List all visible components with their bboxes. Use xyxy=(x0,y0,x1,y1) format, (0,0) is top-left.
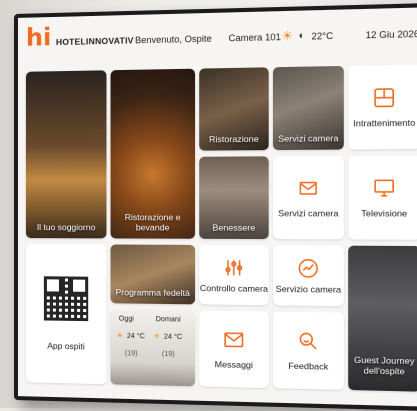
tv-icon xyxy=(372,176,396,199)
night-icon: ◐ xyxy=(299,30,305,42)
tile-tv[interactable]: Televisione xyxy=(348,155,417,239)
tile-guest-journey-label: Guest Journey dell'ospite xyxy=(348,354,417,376)
tile-restaurant-label: Ristorazione xyxy=(199,134,268,145)
date: 12 Giu 2026 xyxy=(366,29,417,41)
message-icon xyxy=(222,328,245,351)
tile-wellness-label: Benessere xyxy=(199,222,268,232)
tile-food-label: Ristorazione e bevande xyxy=(111,212,195,233)
tile-loyalty[interactable]: Programma fedeltà xyxy=(111,244,195,304)
welcome-text: Benvenuto, Ospite xyxy=(135,33,212,45)
weather-tomorrow-extra: (19) xyxy=(162,351,175,358)
tile-room-service-label: Servizio camera xyxy=(276,284,341,295)
weather-today-icon: ☀ xyxy=(117,332,123,340)
weather-today-temp: 24 °C xyxy=(127,333,145,340)
weather-tomorrow-label: Domani xyxy=(156,316,181,324)
tile-stay[interactable]: Il tuo soggiorno xyxy=(26,70,107,238)
tile-entertainment-label: Intrattenimento xyxy=(353,117,415,128)
tile-food[interactable]: Ristorazione e bevande xyxy=(111,69,195,239)
envelope-icon xyxy=(296,177,320,200)
hotel-logo: hi xyxy=(26,23,51,52)
tile-messages[interactable]: Messaggi xyxy=(199,311,268,389)
gauge-icon xyxy=(296,257,320,280)
tile-app-label: App ospiti xyxy=(47,341,85,352)
top-bar: hi HOTELINNOVATIV Benvenuto, Ospite Came… xyxy=(18,7,417,62)
feedback-icon xyxy=(296,329,320,352)
tile-restaurant[interactable]: Ristorazione xyxy=(199,67,268,150)
tile-stay-label: Il tuo soggiorno xyxy=(26,222,107,232)
tile-room-control[interactable]: Controllo camera xyxy=(199,245,268,305)
tile-feedback-label: Feedback xyxy=(288,360,328,371)
temperature: 22°C xyxy=(311,31,333,42)
tile-room-services[interactable]: Servizi camera xyxy=(273,156,344,240)
tile-loyalty-label: Programma fedeltà xyxy=(111,287,195,298)
tile-room-services-label: Servizi camera xyxy=(278,208,338,219)
weather-today-extra: (19) xyxy=(125,350,138,357)
hotel-name: HOTELINNOVATIV xyxy=(56,35,134,47)
weather-tomorrow-temp: 24 °C xyxy=(164,334,182,341)
tile-room-services-photo-label: Servizi camera xyxy=(273,133,344,144)
sliders-icon xyxy=(222,256,245,279)
weather-today-label: Oggi xyxy=(119,316,134,323)
tv-screen: hi HOTELINNOVATIV Benvenuto, Ospite Came… xyxy=(18,7,417,406)
tile-wellness[interactable]: Benessere xyxy=(199,156,268,239)
tile-guest-journey[interactable]: Guest Journey dell'ospite xyxy=(348,246,417,392)
tv-frame: hi HOTELINNOVATIV Benvenuto, Ospite Came… xyxy=(14,3,417,411)
sun-icon: ☀ xyxy=(281,28,292,43)
tile-room-services-photo[interactable]: Servizi camera xyxy=(273,66,344,150)
tile-feedback[interactable]: Feedback xyxy=(273,312,344,390)
tile-room-service[interactable]: Servizio camera xyxy=(273,245,344,306)
qr-code xyxy=(44,276,88,321)
tile-room-control-label: Controllo camera xyxy=(200,283,268,294)
room-number: Camera 101 xyxy=(229,32,281,44)
tile-messages-label: Messaggi xyxy=(215,359,253,370)
tile-entertainment[interactable]: Intrattenimento xyxy=(348,65,417,150)
tile-app[interactable]: App ospiti xyxy=(26,244,107,384)
entertainment-icon xyxy=(372,86,396,109)
tile-weather[interactable]: Oggi Domani ☀ 24 °C ☀ 24 °C (19) (19) xyxy=(111,309,195,386)
tile-tv-label: Televisione xyxy=(361,208,407,219)
weather-tomorrow-icon: ☀ xyxy=(154,332,160,340)
